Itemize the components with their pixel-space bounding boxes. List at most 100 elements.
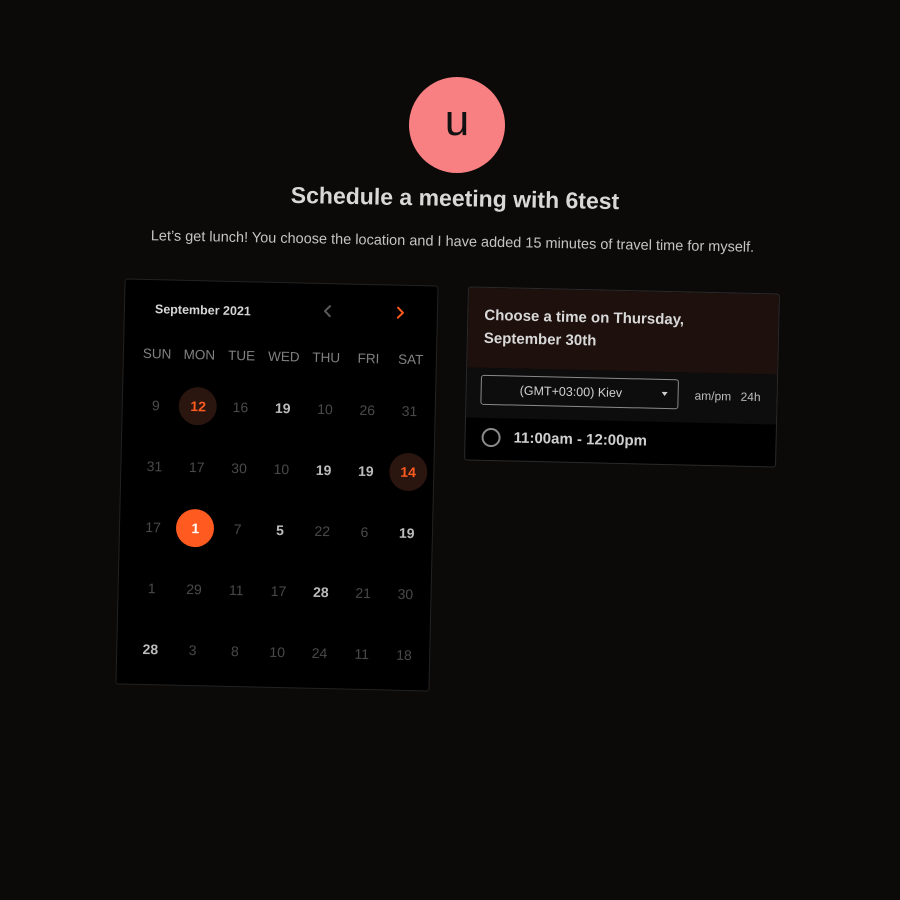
calendar-day[interactable]: 12 bbox=[176, 375, 220, 437]
calendar-day-number: 31 bbox=[401, 402, 418, 419]
calendar-day: 22 bbox=[300, 500, 344, 562]
calendar-day-number: 26 bbox=[359, 401, 376, 418]
calendar-day: 31 bbox=[133, 435, 177, 497]
calendar-day: 30 bbox=[217, 437, 261, 499]
calendar-day[interactable]: 19 bbox=[385, 501, 429, 563]
calendar-day: 11 bbox=[340, 622, 384, 684]
calendar-day[interactable]: 1 bbox=[174, 497, 218, 559]
weekday-label: TUE bbox=[227, 347, 256, 364]
calendar-day-number: 29 bbox=[186, 580, 203, 597]
calendar-day-number: 24 bbox=[311, 644, 328, 661]
calendar-day: 10 bbox=[255, 621, 299, 683]
calendar-day: 24 bbox=[298, 622, 342, 684]
chevron-right-icon bbox=[396, 306, 404, 319]
weekday-label: SUN bbox=[142, 345, 172, 362]
calendar-day: 16 bbox=[219, 376, 263, 438]
calendar-day[interactable]: 28 bbox=[129, 618, 173, 680]
calendar-day[interactable]: 19 bbox=[344, 440, 388, 502]
calendar-day-number: 10 bbox=[269, 643, 286, 660]
calendar-day-grid: 9 12 16 19 10 26 31 31 17 30 10 19 19 14 17 1 7 5 22 6 19 1 29… bbox=[129, 374, 432, 686]
calendar-day[interactable]: 28 bbox=[299, 561, 343, 623]
calendar-prev-button[interactable] bbox=[315, 298, 342, 325]
avatar: u bbox=[409, 77, 505, 173]
calendar-day-number: 21 bbox=[355, 584, 372, 601]
calendar-day: 6 bbox=[343, 501, 387, 563]
weekday-label: WED bbox=[267, 348, 300, 365]
calendar-next-button[interactable] bbox=[387, 299, 414, 326]
weekday-label: MON bbox=[183, 346, 216, 363]
calendar-day: 18 bbox=[382, 623, 426, 685]
format-24h-toggle[interactable]: 24h bbox=[740, 390, 760, 404]
calendar-day-number: 17 bbox=[145, 518, 162, 535]
calendar-day: 30 bbox=[384, 562, 428, 624]
calendar-day-number: 28 bbox=[142, 640, 159, 657]
calendar-day-number: 31 bbox=[146, 457, 163, 474]
calendar-day-number: 28 bbox=[312, 583, 329, 600]
calendar-month-label: September 2021 bbox=[154, 302, 251, 319]
calendar-day: 11 bbox=[214, 559, 258, 621]
calendar-day-number: 10 bbox=[273, 460, 290, 477]
calendar-day-number: 11 bbox=[228, 581, 244, 598]
calendar-day-number: 16 bbox=[232, 398, 249, 415]
calendar-day: 9 bbox=[134, 374, 178, 436]
calendar-day: 1 bbox=[130, 557, 174, 619]
calendar-day: 17 bbox=[175, 436, 219, 498]
calendar-day: 10 bbox=[260, 438, 304, 500]
page-title: Schedule a meeting with 6test bbox=[290, 181, 620, 215]
calendar-day: 31 bbox=[388, 380, 432, 442]
calendar-day-number: 14 bbox=[388, 452, 428, 491]
calendar-day[interactable]: 5 bbox=[258, 499, 302, 561]
weekday-label: THU bbox=[312, 349, 341, 366]
calendar-day: 21 bbox=[341, 562, 385, 624]
calendar-weekday-header: SUN MON TUE WED THU FRI SAT bbox=[136, 346, 432, 368]
radio-icon[interactable] bbox=[481, 427, 501, 448]
time-options-bar: (GMT+03:00) Kiev am/pm 24h bbox=[466, 367, 778, 425]
time-slot-option[interactable]: 11:00am - 12:00pm bbox=[481, 427, 648, 451]
calendar-day[interactable]: 14 bbox=[386, 441, 430, 503]
calendar-day-number: 19 bbox=[357, 462, 374, 479]
calendar-day-number: 19 bbox=[315, 461, 332, 478]
timezone-value: (GMT+03:00) Kiev bbox=[519, 383, 623, 401]
calendar-day: 7 bbox=[216, 498, 260, 560]
calendar-day-number: 19 bbox=[274, 399, 291, 416]
calendar-day-number: 5 bbox=[275, 521, 285, 538]
scheduling-page: u Schedule a meeting with 6test Let’s ge… bbox=[0, 0, 900, 900]
calendar-day-number: 30 bbox=[231, 459, 248, 476]
calendar-day: 26 bbox=[345, 379, 389, 441]
weekday-label: SAT bbox=[397, 351, 424, 368]
calendar-day-number: 12 bbox=[178, 386, 218, 426]
calendar-day-number: 19 bbox=[398, 524, 415, 541]
calendar-day: 17 bbox=[131, 496, 175, 558]
calendar-day-number: 6 bbox=[360, 523, 369, 540]
calendar-day-number: 7 bbox=[233, 520, 242, 537]
time-panel: Choose a time on Thursday, September 30t… bbox=[464, 286, 780, 468]
chevron-left-icon bbox=[323, 305, 332, 318]
calendar-day-number: 22 bbox=[314, 522, 331, 539]
weekday-label: FRI bbox=[357, 350, 380, 367]
calendar-day: 8 bbox=[213, 620, 257, 682]
calendar-day[interactable]: 19 bbox=[302, 439, 346, 501]
time-slot-label: 11:00am - 12:00pm bbox=[513, 429, 648, 450]
avatar-initial: u bbox=[444, 96, 470, 145]
calendar-day[interactable]: 19 bbox=[261, 377, 305, 439]
calendar-day: 3 bbox=[171, 619, 215, 681]
format-ampm-toggle[interactable]: am/pm bbox=[694, 389, 731, 404]
calendar-day-number: 1 bbox=[176, 508, 215, 548]
calendar-day-number: 9 bbox=[151, 396, 161, 413]
calendar-panel: September 2021 SUN MON TUE WED THU FRI S… bbox=[115, 278, 439, 692]
calendar-day-number: 1 bbox=[147, 579, 156, 596]
meeting-description: Let’s get lunch! You choose the location… bbox=[150, 228, 755, 256]
calendar-day: 10 bbox=[303, 378, 347, 440]
timezone-select[interactable]: (GMT+03:00) Kiev bbox=[480, 374, 679, 410]
calendar-day-number: 8 bbox=[230, 642, 240, 659]
calendar-day-number: 3 bbox=[188, 641, 197, 658]
time-panel-heading: Choose a time on Thursday, September 30t… bbox=[467, 287, 779, 375]
caret-down-icon bbox=[661, 391, 668, 397]
calendar-day: 17 bbox=[257, 560, 301, 622]
calendar-day-number: 17 bbox=[270, 582, 287, 599]
calendar-day-number: 11 bbox=[354, 645, 370, 662]
calendar-day-number: 18 bbox=[396, 646, 412, 663]
calendar-day-number: 10 bbox=[317, 400, 333, 417]
calendar-day-number: 17 bbox=[188, 458, 205, 475]
calendar-day: 29 bbox=[172, 558, 216, 620]
